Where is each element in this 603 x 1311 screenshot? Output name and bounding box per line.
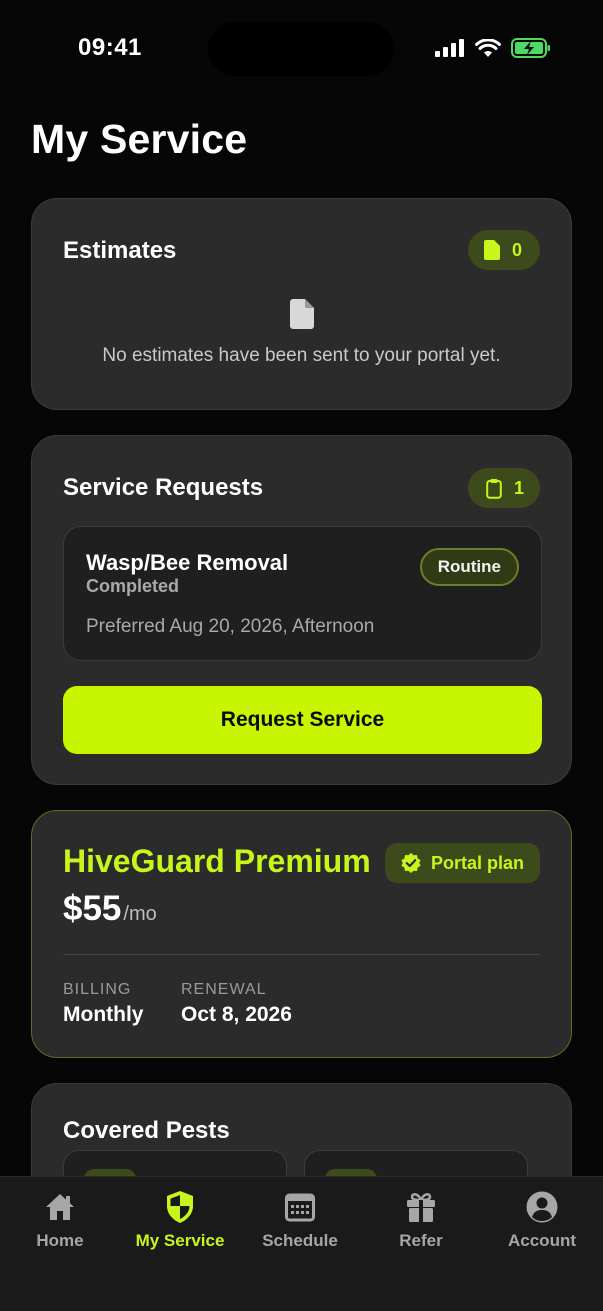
renewal-info: RENEWAL Oct 8, 2026 [181,981,292,1027]
estimates-count: 0 [511,239,522,260]
priority-badge: Routine [419,548,519,586]
tab-home-label: Home [36,1231,84,1250]
service-requests-count-badge: 1 [467,468,540,508]
page-title: My Service [31,116,248,162]
tab-schedule[interactable]: Schedule [240,1189,360,1251]
tab-account[interactable]: Account [482,1189,602,1251]
plan-badge: Portal plan [384,843,540,883]
dynamic-island [208,22,394,76]
renewal-value: Oct 8, 2026 [181,1003,292,1026]
home-icon [46,1194,74,1220]
estimates-card: Estimates 0 No estimates have been sent … [31,198,572,410]
billing-label: BILLING [63,981,132,998]
calendar-icon [285,1193,315,1222]
plan-divider [63,954,540,955]
service-requests-card: Service Requests 1 Wasp/Bee Removal Comp… [31,435,572,785]
tab-home[interactable]: Home [0,1189,120,1251]
tab-refer-label: Refer [399,1231,443,1250]
price-unit: /mo [123,903,157,925]
service-requests-count: 1 [513,477,524,498]
estimates-count-badge: 0 [467,230,540,270]
status-bar: 09:41 [0,0,603,100]
tab-my-service[interactable]: My Service [120,1189,240,1251]
document-icon [483,240,500,260]
tab-refer[interactable]: Refer [361,1189,481,1251]
tab-account-label: Account [508,1231,576,1250]
bottom-tab-bar: Home My Service Schedule Refer Account [0,1176,603,1311]
billing-value: Monthly [63,1003,144,1026]
plan-card: HiveGuard Premium Portal plan $55 /mo BI… [31,810,572,1058]
tab-my-service-label: My Service [135,1231,225,1250]
signal-icon [435,39,464,57]
plan-badge-label: Portal plan [430,852,524,873]
service-request-item[interactable]: Wasp/Bee Removal Completed Preferred Aug… [63,526,542,661]
status-icons [435,38,551,58]
plan-price: $55 /mo [63,889,157,929]
account-icon [526,1191,558,1223]
wifi-icon [475,38,501,57]
request-title: Wasp/Bee Removal [86,550,289,575]
estimates-empty-message: No estimates have been sent to your port… [102,345,501,366]
estimates-title: Estimates [63,237,177,264]
request-service-button[interactable]: Request Service [63,686,542,754]
battery-charging-icon [511,38,550,58]
covered-pests-title: Covered Pests [63,1117,230,1144]
request-status: Completed [86,576,180,596]
price-amount: $55 [63,889,122,928]
shield-icon [167,1191,193,1223]
empty-document-icon [290,299,314,329]
request-preferred-time: Preferred Aug 20, 2026, Afternoon [86,616,375,637]
billing-info: BILLING Monthly [63,981,143,1027]
verified-check-icon [401,853,421,873]
clipboard-icon [486,478,502,499]
gift-icon [407,1193,435,1222]
tab-schedule-label: Schedule [262,1231,338,1250]
service-requests-title: Service Requests [63,474,264,501]
renewal-label: RENEWAL [181,981,267,998]
plan-name: HiveGuard Premium [63,843,371,879]
status-time: 09:41 [78,34,142,61]
